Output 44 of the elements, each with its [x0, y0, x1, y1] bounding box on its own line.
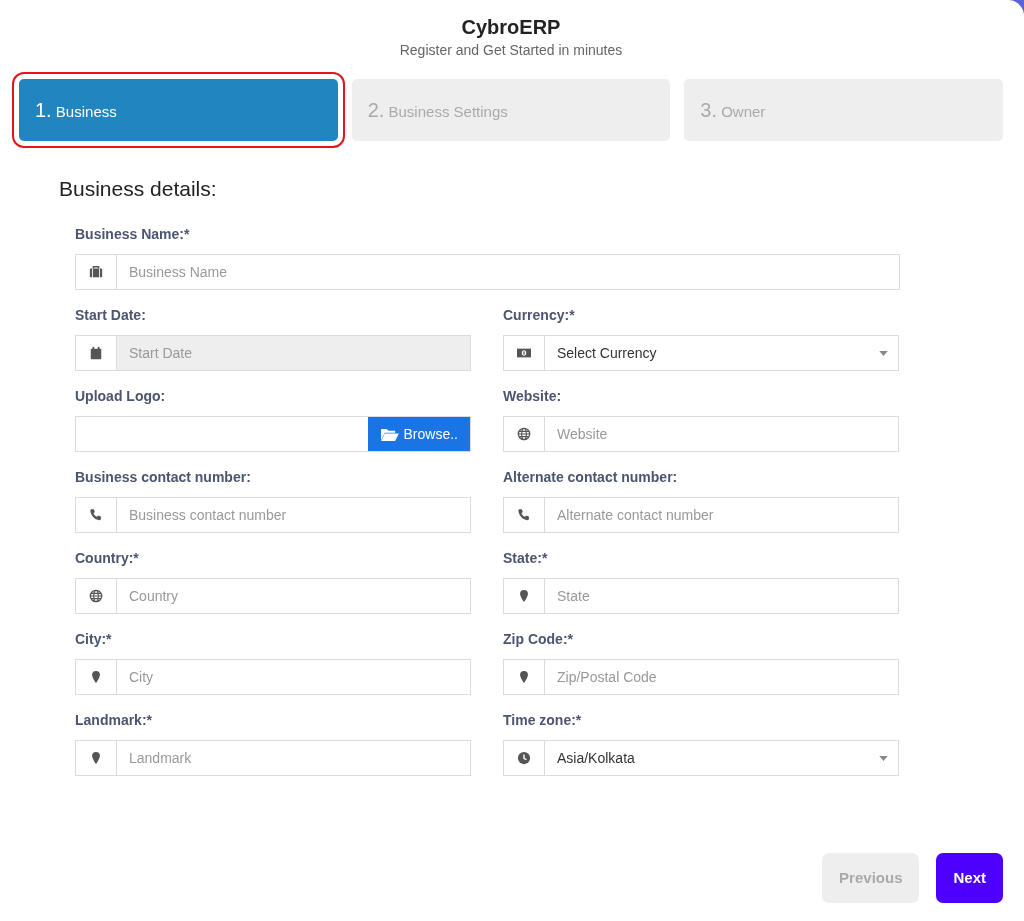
field-label: Zip Code:*	[503, 630, 574, 648]
field-label: Business Name:*	[75, 225, 191, 243]
clock-icon	[517, 751, 531, 765]
text-field[interactable]: Alternate contact number	[503, 497, 899, 533]
text-field[interactable]: Website	[503, 416, 899, 452]
phone-icon	[517, 508, 531, 522]
dropdown-select[interactable]: Asia/Kolkata	[503, 740, 899, 776]
phone-icon	[89, 508, 103, 522]
file-upload-field[interactable]: Browse..	[75, 416, 471, 452]
globe-icon	[89, 589, 103, 603]
field-label: Start Date:	[75, 306, 147, 324]
calendar-icon	[89, 346, 103, 360]
briefcase-icon	[89, 265, 103, 279]
dropdown-select[interactable]: Select Currency	[503, 335, 899, 371]
map-marker-icon	[517, 670, 531, 684]
text-field[interactable]: Landmark	[75, 740, 471, 776]
section-heading: Business details:	[59, 176, 218, 202]
folder-icon	[379, 426, 399, 442]
app-title: CybroERP	[460, 15, 562, 40]
field-label: Business contact number:	[75, 468, 252, 486]
app-subtitle: Register and Get Started in minutes	[398, 41, 624, 60]
map-marker-icon	[89, 670, 103, 684]
globe-icon	[517, 427, 531, 441]
caret-icon	[879, 755, 888, 761]
field-label: City:*	[75, 630, 113, 648]
browse-button[interactable]: Browse..	[367, 417, 470, 451]
field-label: Currency:*	[503, 306, 576, 324]
text-field[interactable]: City	[75, 659, 471, 695]
field-label: Alternate contact number:	[503, 468, 679, 486]
text-field[interactable]: State	[503, 578, 899, 614]
map-marker-icon	[517, 589, 531, 603]
field-label: Country:*	[75, 549, 140, 567]
field-label: Time zone:*	[503, 711, 583, 729]
text-field[interactable]: Business contact number	[75, 497, 471, 533]
map-marker-icon	[89, 751, 103, 765]
field-label: State:*	[503, 549, 549, 567]
banknote-icon	[517, 346, 531, 360]
text-field[interactable]: Country	[75, 578, 471, 614]
caret-icon	[879, 350, 888, 356]
field-label: Upload Logo:	[75, 387, 167, 405]
field-label: Website:	[503, 387, 563, 405]
next-button[interactable]: Next	[936, 853, 1003, 903]
text-field[interactable]: Zip/Postal Code	[503, 659, 899, 695]
field-label: Landmark:*	[75, 711, 154, 729]
